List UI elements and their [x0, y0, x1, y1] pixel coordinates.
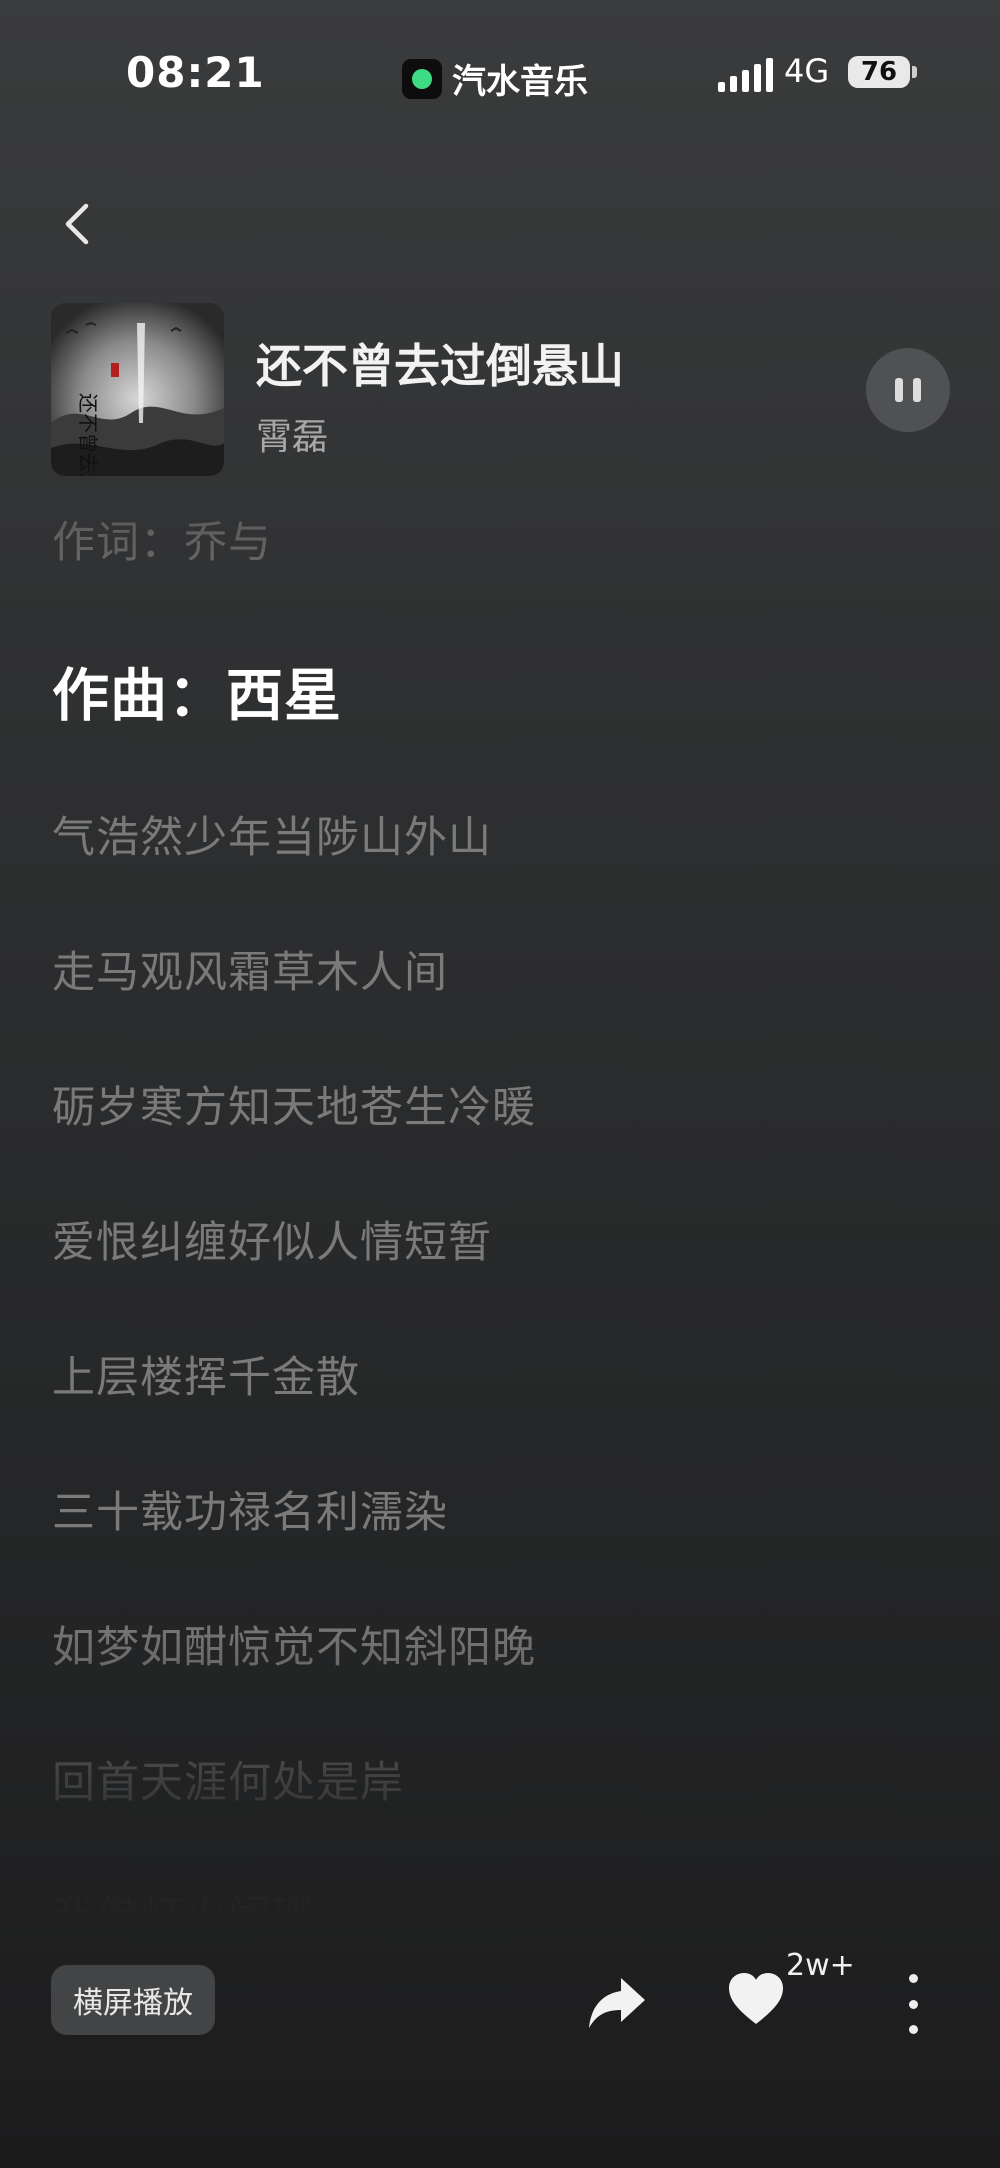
status-bar: 08:21 汽水音乐 4G 76	[0, 0, 1000, 150]
lyric-line[interactable]: 走马观风霜草木人间	[52, 938, 448, 1000]
more-vertical-icon	[908, 1974, 918, 1983]
song-title[interactable]: 还不曾去过倒悬山	[256, 330, 624, 396]
status-time: 08:21	[126, 48, 265, 97]
share-button[interactable]	[585, 1970, 649, 2034]
lyric-line[interactable]: 砺岁寒方知天地苍生冷暖	[52, 1073, 536, 1135]
lyrics-panel[interactable]: 作词：乔与 作曲：西星 气浩然少年当陟山外山 走马观风霜草木人间 砺岁寒方知天地…	[52, 508, 952, 1928]
bottom-action-bar: 横屏播放 2w+	[0, 1948, 1000, 2070]
battery-icon: 76	[848, 56, 910, 88]
like-count: 2w+	[786, 1948, 855, 1983]
lyric-line[interactable]: 气浩然少年当陟山外山	[52, 803, 492, 865]
chevron-left-icon	[65, 203, 89, 245]
lyric-line[interactable]: 爱恨纠缠好似人情短暂	[52, 1208, 492, 1270]
lyric-line[interactable]: 上层楼挥千金散	[52, 1343, 360, 1405]
battery-tip	[912, 66, 917, 78]
status-app-indicator: 汽水音乐	[402, 54, 588, 103]
pause-button[interactable]	[866, 348, 950, 432]
status-app-name: 汽水音乐	[452, 62, 588, 102]
pause-icon	[895, 378, 903, 402]
network-type: 4G	[784, 52, 830, 90]
app-logo-icon	[402, 58, 442, 99]
share-arrow-icon	[589, 1978, 645, 2028]
lyric-line[interactable]: 我借灯火阑珊	[52, 1883, 316, 1928]
lyric-line[interactable]: 如梦如酣惊觉不知斜阳晚	[52, 1613, 536, 1675]
lyric-line-current[interactable]: 作曲：西星	[52, 650, 342, 732]
back-button[interactable]	[58, 196, 98, 252]
battery-level: 76	[860, 57, 898, 87]
album-cover[interactable]: 还不曾去过倒悬山	[51, 303, 224, 476]
lyric-line[interactable]: 作词：乔与	[52, 508, 272, 570]
landscape-play-button[interactable]: 横屏播放	[51, 1965, 215, 2035]
more-button[interactable]	[900, 1974, 926, 2034]
lyric-line[interactable]: 回首天涯何处是岸	[52, 1748, 404, 1810]
lyric-line[interactable]: 三十载功禄名利濡染	[52, 1478, 448, 1540]
cover-calligraphy: 还不曾去过倒悬山	[76, 393, 100, 476]
signal-strength-icon	[718, 58, 773, 92]
heart-icon	[729, 1973, 783, 2024]
like-button[interactable]	[726, 1970, 786, 2030]
song-artist[interactable]: 霄磊	[256, 408, 328, 460]
